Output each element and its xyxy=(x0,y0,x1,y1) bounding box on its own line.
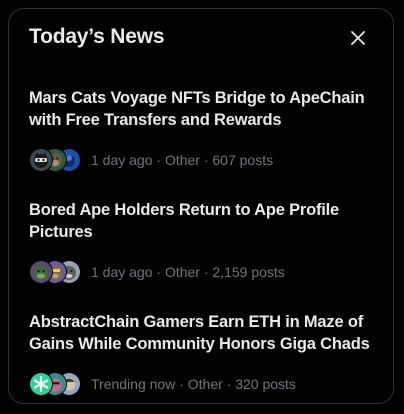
avatar-group xyxy=(29,260,81,284)
news-meta: Trending now · Other · 320 posts xyxy=(91,376,296,392)
news-item[interactable]: Bored Ape Holders Return to Ape Profile … xyxy=(9,199,393,309)
news-meta-row: Trending now · Other · 320 posts xyxy=(29,372,296,396)
close-icon xyxy=(351,31,365,45)
panel-title: Today’s News xyxy=(29,25,165,48)
avatar-group xyxy=(29,148,81,172)
abstract-logo-avatar xyxy=(29,372,53,396)
avatar-group xyxy=(29,372,81,396)
news-meta-row: 1 day ago · Other · 607 posts xyxy=(29,148,273,172)
news-headline: Mars Cats Voyage NFTs Bridge to ApeChain… xyxy=(29,89,365,129)
close-button[interactable] xyxy=(343,23,373,53)
todays-news-panel: Today’s News Mars Cats Voyage NFTs Bridg… xyxy=(8,8,394,404)
news-meta: 1 day ago · Other · 2,159 posts xyxy=(91,264,285,280)
news-item[interactable]: AbstractChain Gamers Earn ETH in Maze of… xyxy=(9,311,393,403)
news-meta-row: 1 day ago · Other · 2,159 posts xyxy=(29,260,285,284)
panel-header: Today’s News xyxy=(9,9,393,69)
ape-green-avatar xyxy=(29,260,53,284)
news-meta: 1 day ago · Other · 607 posts xyxy=(91,152,274,168)
cat-nft-avatar xyxy=(29,148,53,172)
news-headline: Bored Ape Holders Return to Ape Profile … xyxy=(29,201,340,241)
news-item[interactable]: Mars Cats Voyage NFTs Bridge to ApeChain… xyxy=(9,87,393,197)
news-headline: AbstractChain Gamers Earn ETH in Maze of… xyxy=(29,313,370,353)
